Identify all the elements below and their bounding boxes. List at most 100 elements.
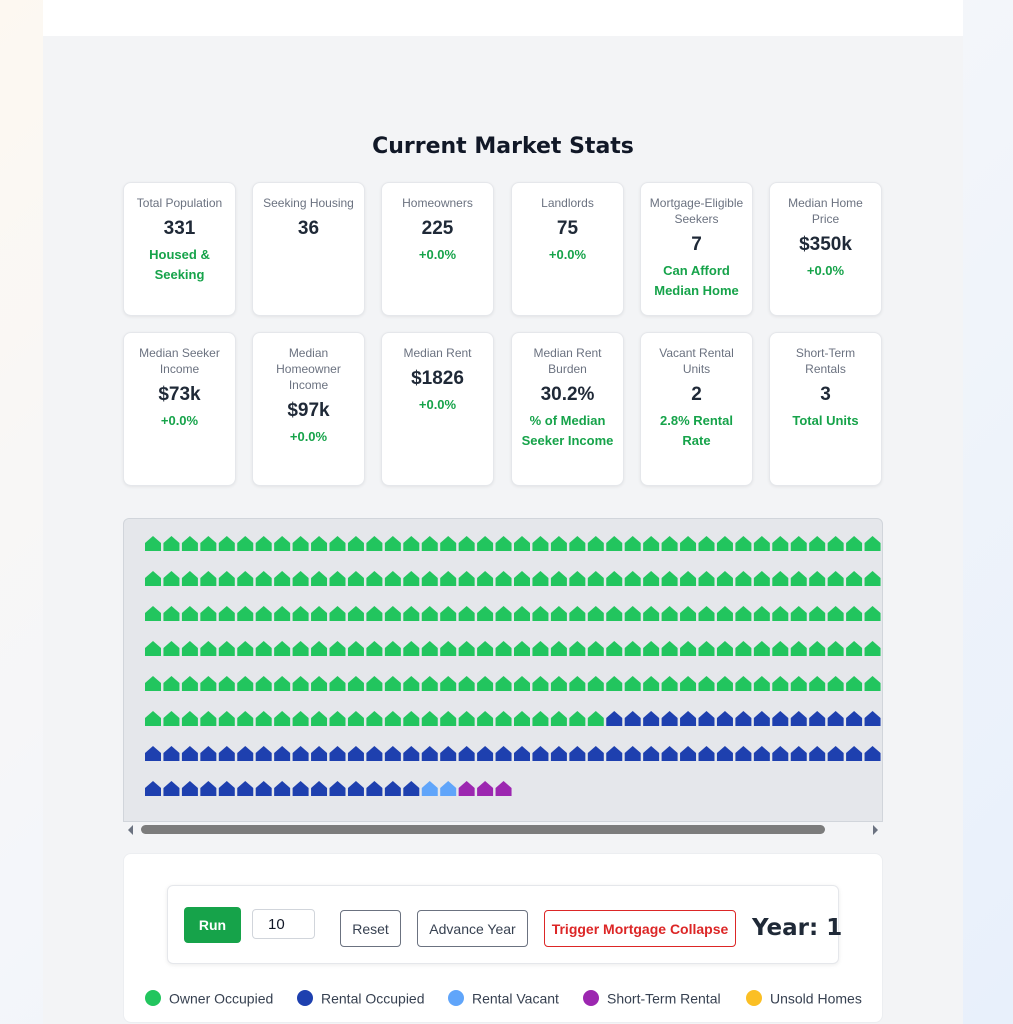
house-icon-owner-occupied: [145, 676, 161, 691]
house-icon-owner-occupied: [606, 641, 623, 656]
house-icon-owner-occupied: [827, 571, 844, 586]
house-icon-owner-occupied: [329, 711, 346, 726]
top-bar: [43, 0, 963, 36]
house-icon-owner-occupied: [311, 536, 328, 551]
house-icon-owner-occupied: [458, 606, 475, 621]
house-icon-owner-occupied: [440, 641, 457, 656]
stat-card-total-population: Total Population 331 Housed & Seeking: [123, 182, 236, 316]
house-icon-owner-occupied: [163, 571, 180, 586]
trigger-mortgage-collapse-button[interactable]: Trigger Mortgage Collapse: [544, 910, 736, 947]
housing-grid[interactable]: [123, 518, 883, 822]
controls-toolbar: Run Reset Advance Year Trigger Mortgage …: [167, 885, 842, 964]
house-icon-owner-occupied: [311, 641, 328, 656]
house-icon-owner-occupied: [218, 641, 235, 656]
house-icon-rental-occupied: [606, 746, 623, 761]
house-icon-owner-occupied: [514, 606, 530, 621]
stat-sub: +0.0%: [548, 247, 587, 262]
house-icon-owner-occupied: [384, 676, 401, 691]
house-icon-owner-occupied: [532, 711, 549, 726]
legend-dot-icon: [297, 990, 313, 1007]
legend-item-owner-occupied: Owner Occupied: [145, 989, 273, 1009]
house-icon-owner-occupied: [790, 641, 807, 656]
house-icon-owner-occupied: [495, 676, 512, 691]
house-icon-rental-occupied: [624, 746, 641, 761]
house-icon-owner-occupied: [680, 641, 697, 656]
house-icon-owner-occupied: [846, 641, 863, 656]
house-icon-rental-occupied: [200, 746, 217, 761]
house-icon-owner-occupied: [274, 571, 291, 586]
house-icon-owner-occupied: [698, 536, 715, 551]
house-icon-owner-occupied: [477, 571, 494, 586]
house-icon-rental-occupied: [311, 746, 328, 761]
house-icon-owner-occupied: [421, 641, 438, 656]
years-input[interactable]: [252, 909, 315, 939]
house-icon-rental-occupied: [735, 746, 752, 761]
advance-year-button[interactable]: Advance Year: [417, 910, 528, 947]
house-icon-owner-occupied: [421, 571, 438, 586]
house-icon-rental-occupied: [292, 781, 309, 796]
house-icon-owner-occupied: [587, 711, 604, 726]
house-icon-owner-occupied: [181, 606, 198, 621]
house-icon-owner-occupied: [403, 536, 420, 551]
house-icon-owner-occupied: [200, 606, 217, 621]
house-icon-short-term-rental: [458, 781, 475, 796]
house-icon-rental-occupied: [753, 746, 770, 761]
house-icon-owner-occupied: [495, 606, 512, 621]
reset-button[interactable]: Reset: [340, 910, 401, 947]
house-icon-rental-occupied: [145, 746, 161, 761]
legend-item-rental-vacant: Rental Vacant: [448, 989, 559, 1009]
house-icon-rental-occupied: [311, 781, 328, 796]
stat-sub: +0.0%: [418, 397, 457, 412]
house-icon-owner-occupied: [864, 641, 881, 656]
house-icon-owner-occupied: [680, 676, 697, 691]
horizontal-scrollbar[interactable]: [123, 822, 883, 837]
house-icon-rental-occupied: [384, 746, 401, 761]
stat-label: Median Homeowner Income: [276, 346, 341, 392]
house-icon-rental-occupied: [698, 711, 715, 726]
house-icon-owner-occupied: [569, 711, 586, 726]
house-icon-owner-occupied: [347, 536, 364, 551]
stat-card-short-term-rentals: Short-Term Rentals 3 Total Units: [769, 332, 882, 486]
stat-label: Landlords: [541, 196, 594, 210]
house-icon-owner-occupied: [827, 536, 844, 551]
housing-grid-svg: [145, 536, 881, 796]
stat-card-median-home-price: Median Home Price $350k +0.0%: [769, 182, 882, 316]
house-icon-owner-occupied: [458, 536, 475, 551]
house-icon-owner-occupied: [255, 676, 272, 691]
legend-label: Rental Vacant: [472, 990, 559, 1007]
house-icon-owner-occupied: [532, 641, 549, 656]
scroll-right-arrow-icon[interactable]: [873, 825, 878, 835]
house-icon-rental-occupied: [274, 746, 291, 761]
house-icon-owner-occupied: [846, 606, 863, 621]
house-icon-rental-occupied: [661, 711, 678, 726]
house-icon-rental-occupied: [440, 746, 457, 761]
scroll-thumb[interactable]: [141, 825, 825, 834]
house-icon-owner-occupied: [809, 571, 826, 586]
controls-card: Run Reset Advance Year Trigger Mortgage …: [123, 853, 883, 1023]
house-icon-owner-occupied: [495, 641, 512, 656]
stat-label: Short-Term Rentals: [795, 346, 856, 376]
house-icon-owner-occupied: [809, 676, 826, 691]
house-icon-rental-occupied: [772, 746, 789, 761]
house-icon-owner-occupied: [790, 571, 807, 586]
house-icon-owner-occupied: [753, 676, 770, 691]
run-button[interactable]: Run: [184, 907, 241, 943]
house-icon-owner-occupied: [532, 536, 549, 551]
house-icon-owner-occupied: [716, 536, 733, 551]
legend-label: Owner Occupied: [169, 990, 274, 1007]
scroll-left-arrow-icon[interactable]: [128, 825, 133, 835]
house-icon-owner-occupied: [550, 536, 567, 551]
stat-card-median-rent-burden: Median Rent Burden 30.2% % of Median See…: [511, 332, 624, 486]
house-icon-owner-occupied: [218, 606, 235, 621]
house-icon-rental-occupied: [680, 746, 697, 761]
house-icon-rental-occupied: [827, 746, 844, 761]
stat-card-landlords: Landlords 75 +0.0%: [511, 182, 624, 316]
house-icon-owner-occupied: [218, 571, 235, 586]
house-icon-owner-occupied: [864, 536, 881, 551]
house-icon-owner-occupied: [274, 641, 291, 656]
house-icon-owner-occupied: [384, 606, 401, 621]
house-icon-owner-occupied: [329, 571, 346, 586]
house-icon-owner-occupied: [643, 606, 660, 621]
house-icon-owner-occupied: [606, 536, 623, 551]
house-icon-owner-occupied: [569, 606, 586, 621]
